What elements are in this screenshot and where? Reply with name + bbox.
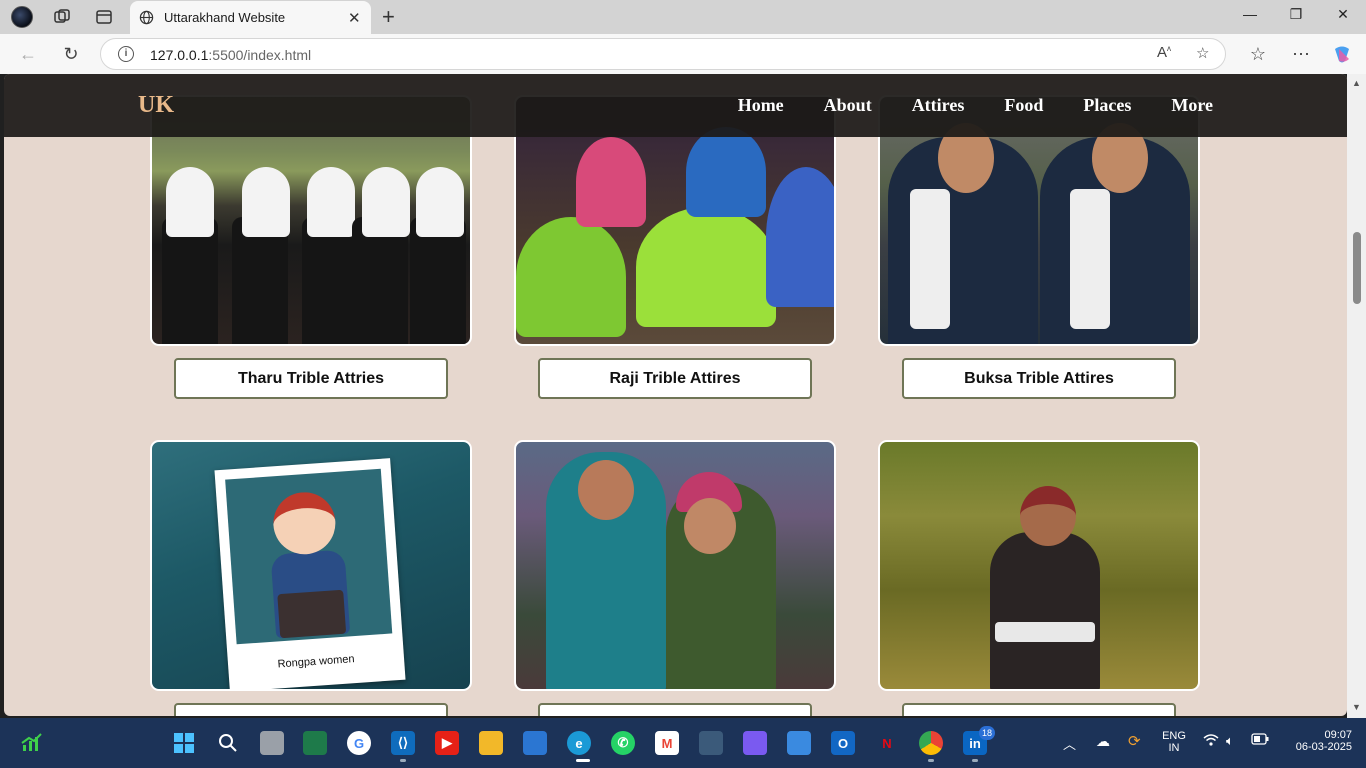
site-info-icon[interactable]: i xyxy=(118,46,134,62)
store-icon[interactable] xyxy=(523,731,547,755)
volume-icon[interactable]: 🔈︎ xyxy=(1226,733,1234,749)
browser-tab-bar: Uttarakhand Website ✕ + — ❐ ✕ xyxy=(0,0,1366,34)
windows-start-icon[interactable] xyxy=(172,731,196,755)
edge-icon[interactable]: e xyxy=(567,731,591,755)
scroll-down-icon[interactable]: ▼ xyxy=(1352,702,1361,712)
task-view-icon[interactable] xyxy=(260,731,284,755)
google-icon[interactable]: G xyxy=(347,731,371,755)
more-options-icon[interactable]: ⋯ xyxy=(1290,43,1312,65)
page-viewport: UK Home About Attires Food Places More T… xyxy=(0,74,1366,718)
linkedin-notification-badge: 18 xyxy=(979,726,995,740)
tharu-attire-button[interactable]: Tharu Trible Attries xyxy=(174,358,448,399)
close-window-icon[interactable]: ✕ xyxy=(1333,6,1353,23)
site-navbar: UK Home About Attires Food Places More xyxy=(4,74,1347,137)
copilot-app-icon[interactable] xyxy=(743,731,767,755)
netflix-icon[interactable]: N xyxy=(875,731,899,755)
language-indicator[interactable]: ENG IN xyxy=(1158,730,1190,754)
scroll-up-icon[interactable]: ▲ xyxy=(1352,78,1361,88)
globe-icon xyxy=(139,10,154,30)
tab-title: Uttarakhand Website xyxy=(164,10,286,25)
active-tab[interactable]: Uttarakhand Website ✕ xyxy=(130,1,371,34)
elder-attire-button[interactable] xyxy=(902,703,1176,716)
nav-links: Home About Attires Food Places More xyxy=(698,95,1213,116)
classroom-icon[interactable] xyxy=(303,731,327,755)
sync-icon[interactable]: ⟳ xyxy=(1128,732,1141,750)
buksa-attire-button[interactable]: Buksa Trible Attires xyxy=(902,358,1176,399)
show-hidden-icons[interactable]: ︿ xyxy=(1063,734,1076,753)
outlook-icon[interactable]: O xyxy=(831,731,855,755)
rongpa-photo: Rongpa women xyxy=(150,440,472,691)
elder-woman-photo xyxy=(878,440,1200,691)
youtube-icon[interactable]: ▶ xyxy=(435,731,459,755)
children-photo xyxy=(514,440,836,691)
whatsapp-icon[interactable]: ✆ xyxy=(611,731,635,755)
favorites-icon[interactable]: ☆ xyxy=(1247,43,1269,65)
vertical-tabs-icon[interactable] xyxy=(92,5,116,29)
favorite-star-icon[interactable]: ☆ xyxy=(1196,44,1209,62)
site-logo[interactable]: UK xyxy=(138,92,174,119)
language-code: ENG xyxy=(1162,730,1186,742)
nav-food[interactable]: Food xyxy=(1004,95,1043,116)
nav-home[interactable]: Home xyxy=(738,95,784,116)
nav-places[interactable]: Places xyxy=(1083,95,1131,116)
refresh-icon[interactable]: ↻ xyxy=(60,43,82,65)
battery-icon[interactable] xyxy=(1251,733,1269,748)
attire-card-elder xyxy=(878,440,1200,716)
web-page: UK Home About Attires Food Places More T… xyxy=(4,74,1347,716)
rongpa-attire-button[interactable] xyxy=(174,703,448,716)
mysql-icon[interactable] xyxy=(699,731,723,755)
page-scrollbar[interactable]: ▲ ▼ xyxy=(1347,74,1366,718)
wifi-icon[interactable] xyxy=(1203,733,1219,750)
photos-icon[interactable] xyxy=(787,731,811,755)
clock[interactable]: 09:07 06-03-2025 xyxy=(1284,729,1352,753)
children-attire-button[interactable] xyxy=(538,703,812,716)
nav-attires[interactable]: Attires xyxy=(912,95,965,116)
vscode-icon[interactable]: ⟨⟩ xyxy=(391,731,415,755)
region-code: IN xyxy=(1168,742,1180,754)
minimize-icon[interactable]: — xyxy=(1240,6,1260,22)
onedrive-icon[interactable]: ☁ xyxy=(1096,733,1110,750)
url-text: 127.0.0.1:5500/index.html xyxy=(150,47,312,63)
workspaces-icon[interactable] xyxy=(50,5,74,29)
close-tab-icon[interactable]: ✕ xyxy=(348,9,361,27)
attire-card-rongpa: Rongpa women xyxy=(150,440,472,716)
profile-avatar[interactable] xyxy=(10,5,34,29)
clock-date: 06-03-2025 xyxy=(1295,741,1352,753)
back-icon[interactable]: ← xyxy=(17,43,39,65)
stocks-widget-icon[interactable] xyxy=(20,731,44,755)
windows-taskbar: G ⟨⟩ ▶ e ✆ M O N in 18 ︿ ☁ ⟳ ENG IN 🔈︎ 0… xyxy=(0,718,1366,768)
attire-card-children xyxy=(514,440,836,716)
restore-icon[interactable]: ❐ xyxy=(1286,6,1306,23)
file-explorer-icon[interactable] xyxy=(479,731,503,755)
address-bar-row: ← ↻ i 127.0.0.1:5500/index.html Aʌ ☆ ☆ ⋯ xyxy=(0,34,1366,74)
new-tab-button[interactable]: + xyxy=(382,4,395,30)
nav-more[interactable]: More xyxy=(1171,95,1213,116)
gmail-icon[interactable]: M xyxy=(655,731,679,755)
read-aloud-icon[interactable]: Aʌ xyxy=(1157,44,1171,61)
nav-about[interactable]: About xyxy=(824,95,872,116)
scroll-thumb[interactable] xyxy=(1353,232,1361,304)
polaroid-caption: Rongpa women xyxy=(277,653,355,671)
polaroid-frame: Rongpa women xyxy=(214,458,406,689)
url-input[interactable]: i 127.0.0.1:5500/index.html Aʌ ☆ xyxy=(100,38,1226,70)
search-icon[interactable] xyxy=(216,731,240,755)
chrome-icon[interactable] xyxy=(919,731,943,755)
copilot-icon[interactable] xyxy=(1331,43,1353,65)
raji-attire-button[interactable]: Raji Trible Attires xyxy=(538,358,812,399)
clock-time: 09:07 xyxy=(1324,729,1352,741)
